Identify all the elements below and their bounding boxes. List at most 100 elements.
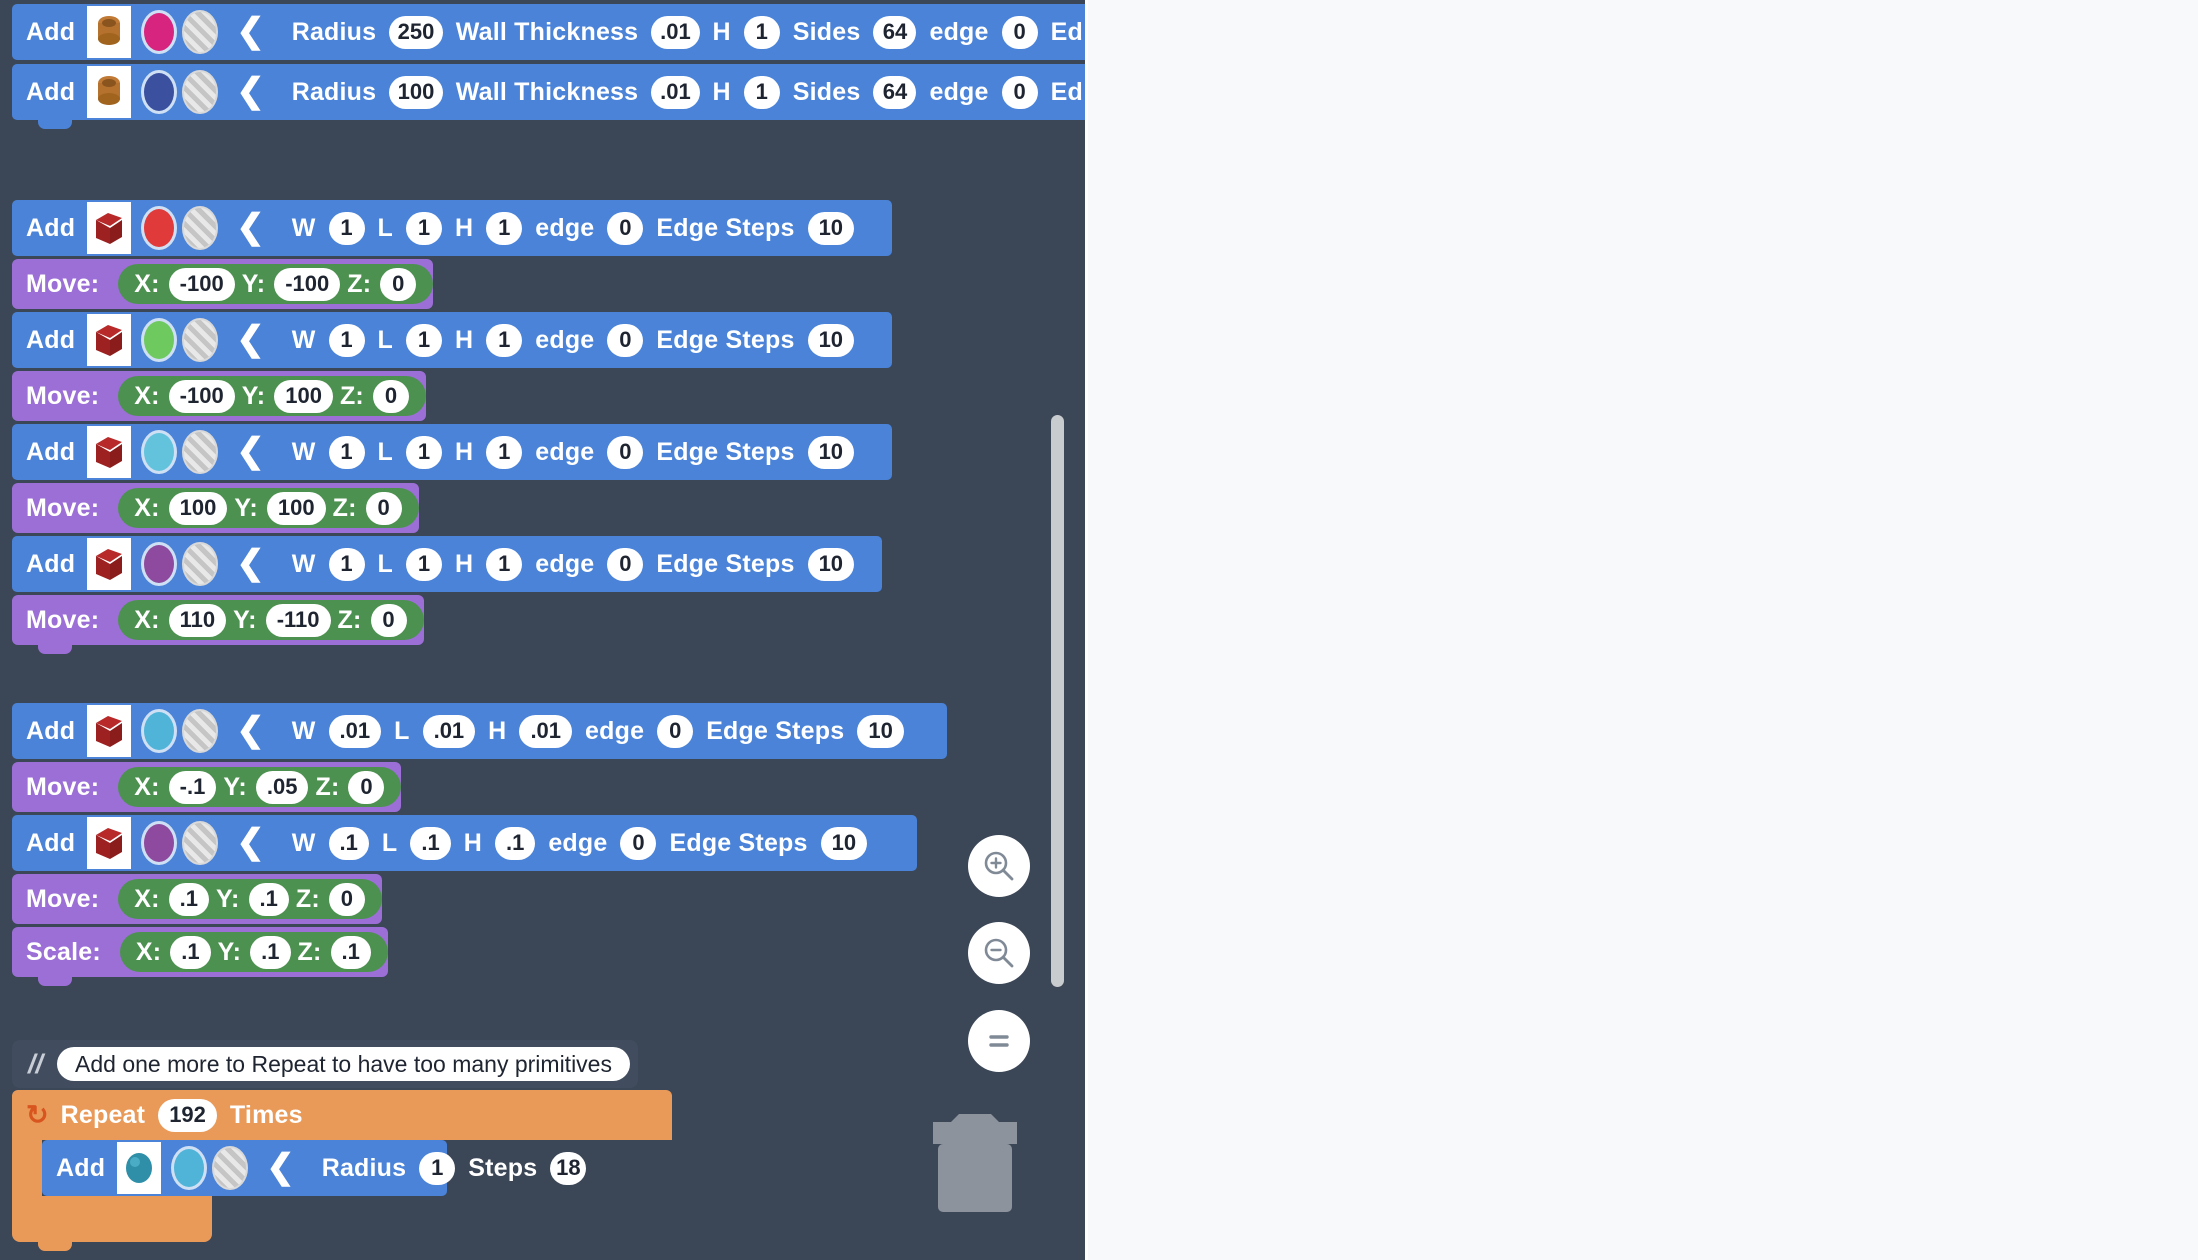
move-x-value[interactable]: -100	[168, 267, 235, 301]
field-value-edge[interactable]: 0	[607, 435, 644, 469]
collapse-chevron-icon[interactable]: ❮	[236, 322, 265, 356]
field-value-radius[interactable]: 250	[389, 15, 443, 49]
scale-z-value[interactable]: .1	[330, 935, 371, 969]
field-value-h[interactable]: 1	[743, 15, 780, 49]
color-swatch[interactable]	[171, 1146, 208, 1190]
field-value-l[interactable]: 1	[405, 211, 442, 245]
add-box-block[interactable]: Add ❮ W 1 L 1 H 1 edge 0 Edge Steps 10	[12, 424, 892, 480]
scale-y-value[interactable]: .1	[250, 935, 291, 969]
field-value-edge[interactable]: 0	[607, 547, 644, 581]
trash-button[interactable]	[925, 1110, 1025, 1215]
code-panel-scrollbar[interactable]	[1051, 415, 1064, 987]
block-group-small-cubes[interactable]: Add ❮ W .01 L .01 H .01 edge 0 Edge Step…	[12, 703, 947, 986]
field-value-radius[interactable]: 100	[389, 75, 443, 109]
field-value-edge-steps[interactable]: 10	[807, 435, 855, 469]
field-value-edge[interactable]: 0	[607, 323, 644, 357]
color-swatch[interactable]	[141, 709, 178, 753]
field-value-edge-steps[interactable]: 10	[807, 211, 855, 245]
hole-toggle-icon[interactable]	[182, 430, 219, 474]
add-sphere-block[interactable]: Add ❮ Radius 1 Steps 18	[42, 1140, 587, 1196]
block-group-tubes[interactable]: Add ❮ Radius 250 Wall Thickness .01 H 1 …	[12, 4, 1085, 129]
field-value-edge[interactable]: 0	[607, 211, 644, 245]
add-tube-block[interactable]: Add ❮ Radius 250 Wall Thickness .01 H 1 …	[12, 4, 1085, 60]
move-x-value[interactable]: .1	[168, 882, 209, 916]
color-swatch[interactable]	[141, 318, 178, 362]
field-value-w[interactable]: 1	[328, 435, 365, 469]
field-value-steps[interactable]: 18	[550, 1151, 587, 1185]
move-block[interactable]: Move: X: .1 Y: .1 Z: 0	[12, 874, 382, 924]
field-value-l[interactable]: 1	[405, 547, 442, 581]
comment-text-input[interactable]: Add one more to Repeat to have too many …	[57, 1047, 630, 1081]
move-z-value[interactable]: 0	[348, 770, 385, 804]
move-y-value[interactable]: 100	[266, 491, 326, 525]
sphere-thumbnail-icon[interactable]	[117, 1142, 162, 1194]
move-x-value[interactable]: 110	[168, 603, 227, 637]
comment-block[interactable]: // Add one more to Repeat to have too ma…	[12, 1040, 638, 1088]
scale-block[interactable]: Scale: X: .1 Y: .1 Z: .1	[12, 927, 388, 977]
collapse-chevron-icon[interactable]: ❮	[236, 434, 265, 468]
field-value-sides[interactable]: 64	[873, 15, 917, 49]
blocks-canvas[interactable]: Add ❮ Radius 250 Wall Thickness .01 H 1 …	[0, 0, 1085, 1260]
block-group-repeat[interactable]: // Add one more to Repeat to have too ma…	[12, 1040, 672, 1251]
move-block[interactable]: Move: X: 100 Y: 100 Z: 0	[12, 483, 419, 533]
field-value-h[interactable]: 1	[486, 435, 523, 469]
move-z-value[interactable]: 0	[328, 882, 365, 916]
field-value-edge[interactable]: 0	[620, 826, 657, 860]
collapse-chevron-icon[interactable]: ❮	[236, 546, 265, 580]
move-x-value[interactable]: 100	[168, 491, 228, 525]
move-z-value[interactable]: 0	[370, 603, 407, 637]
collapse-chevron-icon[interactable]: ❮	[236, 713, 265, 747]
field-value-wall-thickness[interactable]: .01	[651, 75, 700, 109]
color-swatch[interactable]	[141, 542, 178, 586]
move-block[interactable]: Move: X: -100 Y: -100 Z: 0	[12, 259, 434, 309]
tube-thumbnail-icon[interactable]	[87, 6, 132, 58]
code-blocks-panel[interactable]: Add ❮ Radius 250 Wall Thickness .01 H 1 …	[0, 0, 1085, 1260]
tube-thumbnail-icon[interactable]	[87, 66, 132, 118]
field-value-edge-steps[interactable]: 10	[807, 323, 855, 357]
scale-x-value[interactable]: .1	[170, 935, 211, 969]
blocks-zoom-reset-button[interactable]	[968, 1010, 1030, 1072]
color-swatch[interactable]	[141, 821, 178, 865]
field-value-w[interactable]: .1	[328, 826, 369, 860]
field-value-wall-thickness[interactable]: .01	[651, 15, 700, 49]
field-value-sides[interactable]: 64	[873, 75, 917, 109]
repeat-times-value[interactable]: 192	[158, 1098, 217, 1132]
add-box-block[interactable]: Add ❮ W .01 L .01 H .01 edge 0 Edge Step…	[12, 703, 947, 759]
box-thumbnail-icon[interactable]	[87, 314, 132, 366]
block-group-big-cubes[interactable]: Add ❮ W 1 L 1 H 1 edge 0 Edge Steps 10 M…	[12, 200, 892, 654]
field-value-h[interactable]: .01	[519, 714, 573, 748]
field-value-edge[interactable]: 0	[1001, 75, 1038, 109]
repeat-block-footer[interactable]	[12, 1196, 212, 1242]
3d-viewport[interactable]: TOP Workplane	[1088, 0, 2198, 1260]
collapse-chevron-icon[interactable]: ❮	[236, 825, 265, 859]
field-value-h[interactable]: 1	[486, 323, 523, 357]
move-block[interactable]: Move: X: 110 Y: -110 Z: 0	[12, 595, 424, 645]
field-value-l[interactable]: 1	[405, 435, 442, 469]
move-y-value[interactable]: .1	[248, 882, 289, 916]
hole-toggle-icon[interactable]	[182, 206, 219, 250]
move-y-value[interactable]: 100	[274, 379, 333, 413]
hole-toggle-icon[interactable]	[182, 318, 219, 362]
collapse-chevron-icon[interactable]: ❮	[236, 210, 265, 244]
box-thumbnail-icon[interactable]	[87, 817, 132, 869]
move-block[interactable]: Move: X: -100 Y: 100 Z: 0	[12, 371, 426, 421]
field-value-h[interactable]: .1	[494, 826, 536, 860]
move-y-value[interactable]: -110	[265, 603, 331, 637]
add-box-block[interactable]: Add ❮ W 1 L 1 H 1 edge 0 Edge Steps 10	[12, 312, 892, 368]
hole-toggle-icon[interactable]	[182, 542, 219, 586]
hole-toggle-icon[interactable]	[182, 709, 219, 753]
field-value-edge-steps[interactable]: 10	[820, 826, 868, 860]
move-z-value[interactable]: 0	[365, 491, 402, 525]
hole-toggle-icon[interactable]	[212, 1146, 249, 1190]
move-block[interactable]: Move: X: -.1 Y: .05 Z: 0	[12, 762, 402, 812]
color-swatch[interactable]	[141, 70, 178, 114]
repeat-block-header[interactable]: ↻ Repeat 192 Times	[12, 1090, 672, 1140]
field-value-edge[interactable]: 0	[1001, 15, 1038, 49]
move-y-value[interactable]: -100	[274, 267, 341, 301]
hole-toggle-icon[interactable]	[182, 70, 219, 114]
field-value-w[interactable]: 1	[328, 323, 365, 357]
blocks-zoom-out-button[interactable]	[968, 922, 1030, 984]
field-value-edge[interactable]: 0	[657, 714, 694, 748]
hole-toggle-icon[interactable]	[182, 10, 219, 54]
move-z-value[interactable]: 0	[372, 379, 409, 413]
